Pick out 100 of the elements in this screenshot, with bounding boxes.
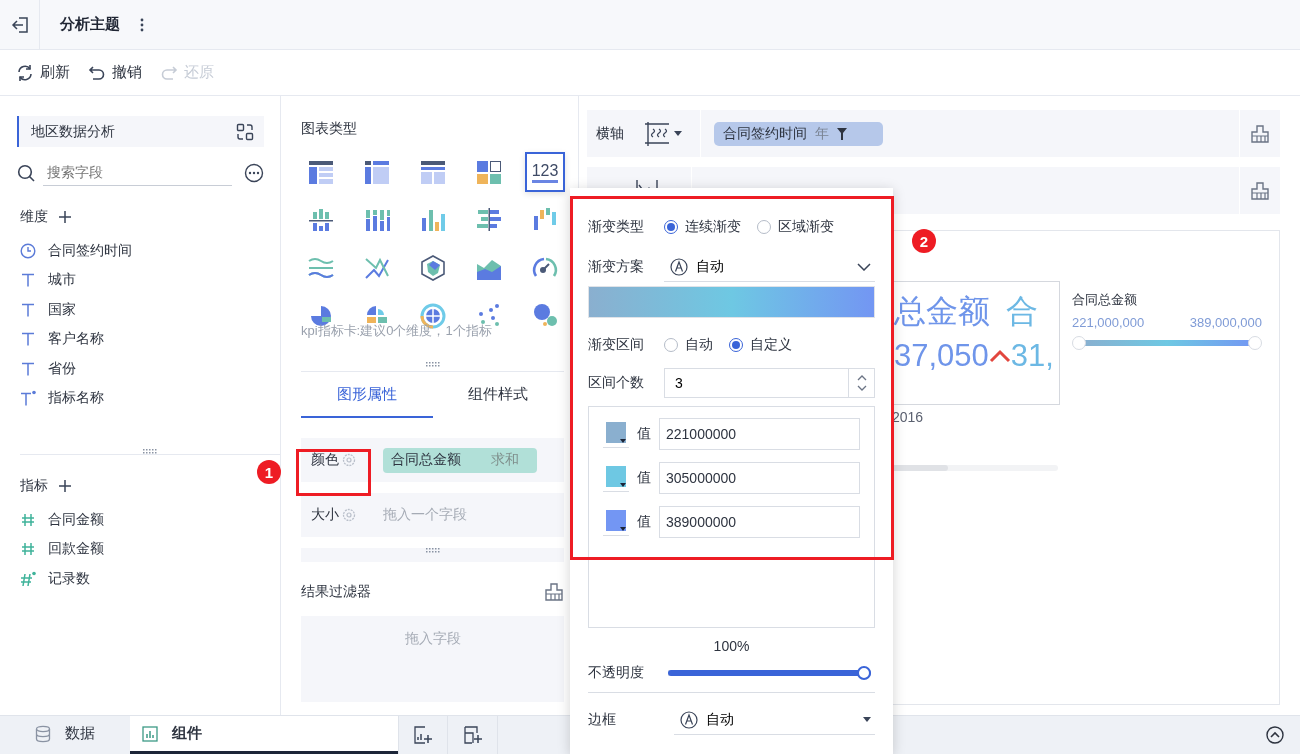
resize-handle-icon[interactable] — [425, 362, 440, 367]
section-title: 图表类型 — [301, 120, 358, 138]
auto-icon — [680, 710, 698, 729]
field-label: 值 — [637, 469, 651, 487]
aggregation-label: 求和 — [491, 451, 519, 469]
number-field-icon — [20, 511, 36, 528]
chevron-up-icon — [1266, 726, 1284, 744]
field-name: 合同总金额 — [391, 451, 461, 469]
value-field[interactable]: 305000000 — [659, 462, 860, 494]
switch-icon[interactable] — [236, 122, 254, 141]
axis-type-icon[interactable] — [644, 120, 670, 147]
database-icon — [35, 724, 51, 743]
field-name: 合同签约时间 — [723, 124, 807, 143]
value-field[interactable]: 389000000 — [659, 506, 860, 538]
kpi-title: 合 — [1006, 292, 1038, 331]
add-icon[interactable] — [58, 210, 72, 224]
radio-option[interactable]: 连续渐变 — [664, 218, 741, 236]
add-chart-button[interactable] — [398, 716, 448, 754]
field-item[interactable]: 客户名称 — [48, 330, 104, 349]
number-badge: 1 — [257, 460, 281, 484]
caret-icon — [620, 483, 626, 487]
search-field[interactable]: 搜索字段 — [43, 159, 232, 186]
field-item[interactable]: 指标名称 — [48, 389, 104, 408]
chevron-down-icon — [857, 262, 871, 271]
add-icon[interactable] — [58, 479, 72, 493]
kpi-title: 总金额 — [894, 292, 990, 331]
field-item[interactable]: 国家 — [48, 300, 76, 319]
number-field-icon — [20, 541, 36, 558]
color-picker[interactable] — [603, 464, 629, 492]
setting-label: 渐变方案 — [588, 258, 645, 276]
stepper-icon — [855, 374, 868, 392]
toolbar-button[interactable]: 撤销 — [88, 63, 142, 82]
bar-chart-icon — [307, 206, 335, 234]
setting-label: 区间个数 — [588, 374, 645, 392]
radio-option[interactable]: 自定义 — [729, 336, 792, 354]
tab[interactable]: 图形属性 — [301, 372, 433, 418]
field-label: 值 — [637, 513, 651, 531]
resize-handle-icon[interactable] — [143, 449, 157, 454]
axis-label: 横轴 — [595, 124, 625, 143]
chart-type-option[interactable]: 123 — [525, 152, 565, 192]
field-item[interactable]: 合同签约时间 — [48, 241, 132, 260]
radio-option[interactable]: 自动 — [664, 336, 713, 354]
scrollbar[interactable] — [892, 465, 1058, 471]
field-item[interactable]: 回款金额 — [48, 540, 104, 559]
radar-chart-icon — [419, 254, 447, 282]
add-component-icon — [463, 726, 482, 744]
auto-icon — [670, 257, 688, 276]
caret-icon[interactable] — [674, 131, 682, 136]
number-badge: 2 — [912, 229, 936, 253]
encoding-slot[interactable]: 大小 拖入一个字段 — [301, 493, 564, 537]
add-chart-icon — [414, 726, 432, 744]
encoding-slot[interactable]: 颜色 合同总金额 求和 — [301, 438, 564, 482]
field-item[interactable]: 省份 — [48, 359, 76, 378]
radio-option[interactable]: 区域渐变 — [757, 218, 834, 236]
slot-label: 颜色 — [311, 451, 339, 469]
diverging-bar-icon — [475, 206, 503, 234]
field-pill[interactable]: 合同签约时间 年 — [714, 121, 883, 146]
calculated-text-icon — [20, 390, 36, 407]
text-field-icon — [20, 331, 36, 348]
field-label: 值 — [637, 425, 651, 443]
clear-icon[interactable] — [1250, 123, 1270, 144]
caret-icon — [620, 439, 626, 443]
section-title: 结果过滤器 — [301, 583, 371, 601]
slider-thumb[interactable] — [857, 666, 871, 680]
setting-label: 不透明度 — [588, 664, 644, 682]
slider-value: 100% — [712, 638, 751, 654]
color-picker[interactable] — [603, 508, 629, 536]
field-item[interactable]: 记录数 — [48, 569, 90, 588]
clear-icon[interactable] — [544, 582, 564, 602]
axis-label: 2016 — [892, 409, 925, 425]
hint-text: kpi指标卡:建议0个维度，1个指标 — [301, 322, 493, 340]
exit-icon — [10, 15, 29, 34]
placeholder-text: 拖入字段 — [404, 630, 461, 648]
more-icon[interactable] — [244, 162, 264, 183]
text-field-icon — [20, 301, 36, 318]
table-icon — [419, 158, 447, 186]
field-item[interactable]: 合同金额 — [48, 510, 104, 529]
calculated-number-icon — [20, 570, 36, 587]
resize-handle-icon[interactable] — [425, 548, 440, 553]
clear-icon[interactable] — [1250, 180, 1270, 201]
number-field[interactable]: 3 — [664, 368, 848, 398]
setting-label: 渐变类型 — [588, 218, 645, 236]
bottom-tab[interactable]: 数据 — [0, 716, 130, 754]
field-pill[interactable]: 合同总金额 求和 — [383, 447, 537, 473]
kpi-value: 37,050 — [894, 338, 989, 374]
bottom-tab[interactable]: 组件 — [130, 716, 398, 754]
color-picker[interactable] — [603, 420, 629, 448]
dataset-selector[interactable]: 地区数据分析 — [17, 116, 264, 147]
scheme-dropdown[interactable]: 自动 — [664, 252, 875, 282]
value-field[interactable]: 221000000 — [659, 418, 860, 450]
tab[interactable]: 组件样式 — [432, 372, 564, 418]
clock-icon — [20, 242, 36, 259]
cross-table-icon — [363, 158, 391, 186]
filter-icon — [837, 127, 847, 140]
text-field-icon — [20, 272, 36, 289]
section-title: 维度 — [20, 208, 48, 226]
toolbar-button[interactable]: 刷新 — [16, 63, 70, 82]
search-icon — [17, 163, 35, 182]
border-dropdown[interactable]: 自动 — [674, 705, 875, 735]
field-item[interactable]: 城市 — [48, 271, 76, 290]
